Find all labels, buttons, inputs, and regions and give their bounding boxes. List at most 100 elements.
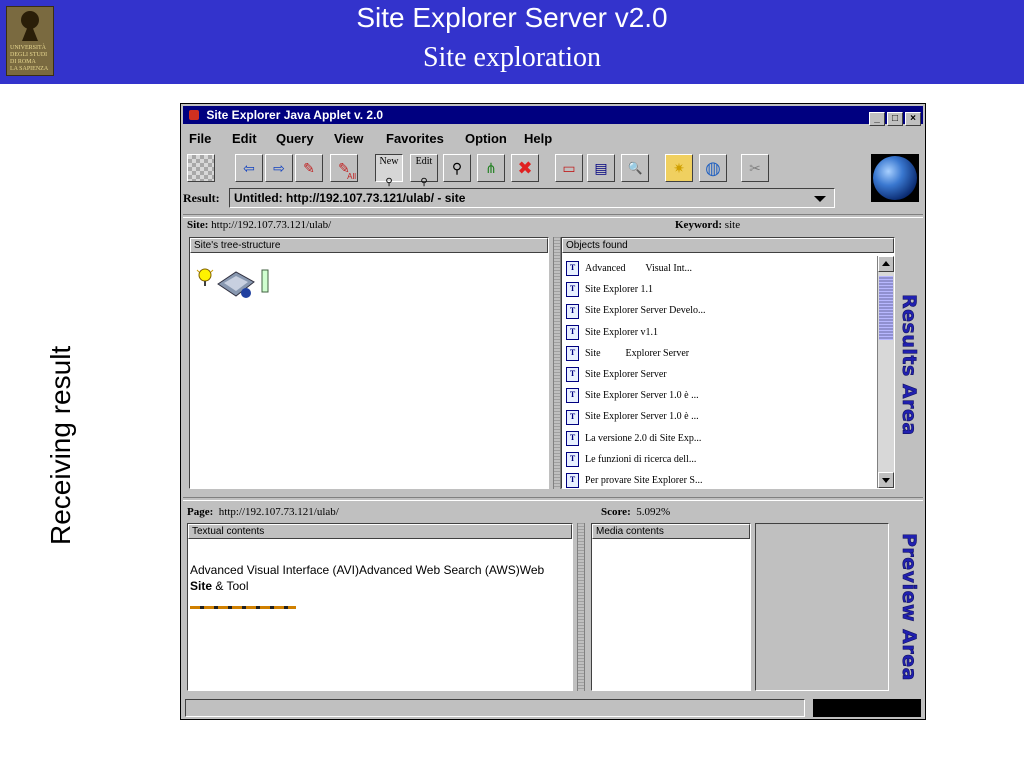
list-item-label: Site Explorer Server [585, 347, 690, 359]
document-icon: T [566, 324, 579, 340]
document-icon: T [566, 430, 579, 446]
menu-favorites[interactable]: Favorites [386, 131, 444, 146]
page-label: Page: [187, 506, 214, 518]
separator [183, 497, 923, 501]
list-item[interactable]: T Site Explorer v1.1 [566, 322, 874, 343]
tree-panel-header: Site's tree-structure [190, 238, 548, 253]
site-node-icon[interactable] [196, 266, 270, 302]
scroll-up-button[interactable] [878, 256, 894, 272]
toolbar: ⇦ ⇨ ✎ ✎ All New ⚲ Edit ⚲ ⚲ ⋔ ✖ ▭ ▤ 🔍 ✷ ◍ ✂ [185, 154, 921, 188]
media-contents-panel: Media contents [591, 523, 751, 691]
eraser-icon[interactable]: ✎ [295, 154, 323, 182]
list-item[interactable]: T Advanced Visual Int... [566, 258, 874, 279]
list-item[interactable]: T Site Explorer Server [566, 343, 874, 364]
result-combobox[interactable]: Untitled: http://192.107.73.121/ulab/ - … [229, 188, 835, 208]
page-bar: Page: http://192.107.73.121/ulab/ [187, 506, 339, 518]
disabled-tool-icon: ✂ [741, 154, 769, 182]
objects-list: T Advanced Visual Int... T Site Explorer 1… [566, 258, 874, 488]
keyword-bar: Keyword: site [675, 219, 740, 231]
list-item-label: Site Explorer Server Develo... [585, 305, 706, 317]
textual-contents-header: Textual contents [188, 524, 572, 539]
site-bar: Site: http://192.107.73.121/ulab/ [187, 219, 331, 231]
preview-area-label: Preview Area [898, 533, 921, 682]
window-layout-icon[interactable]: ▭ [555, 154, 583, 182]
vertical-splitter[interactable] [577, 523, 585, 691]
list-item[interactable]: T Site Explorer Server [566, 364, 874, 385]
result-row: Result: Untitled: http://192.107.73.121/… [183, 188, 923, 210]
separator [183, 214, 923, 218]
magnifier-icon: ⚲ [385, 177, 393, 188]
document-icon: T [566, 451, 579, 467]
side-caption: Receiving result [45, 345, 76, 545]
document-icon: T [566, 409, 579, 425]
scroll-thumb[interactable] [879, 276, 893, 340]
list-item-label: Site Explorer Server 1.0 è ... [585, 390, 699, 402]
list-item[interactable]: T Site Explorer Server 1.0 è ... [566, 385, 874, 406]
java-cup-icon [189, 110, 199, 120]
eraser-all-icon[interactable]: ✎ All [330, 154, 358, 182]
list-item-label: Site Explorer Server [585, 368, 667, 380]
window-title: Site Explorer Java Applet v. 2.0 [206, 108, 384, 122]
objects-scrollbar[interactable] [877, 256, 894, 488]
globe-search-icon[interactable]: ◍ [699, 154, 727, 182]
document-icon: T [566, 282, 579, 298]
new-label: New [379, 156, 399, 167]
media-contents-header: Media contents [592, 524, 750, 539]
keyword-highlight: Site [190, 579, 213, 593]
menu-edit[interactable]: Edit [232, 131, 257, 146]
scroll-down-button[interactable] [878, 472, 894, 488]
list-item-label: Le funzioni di ricerca dell... [585, 453, 697, 465]
maximize-button[interactable]: □ [887, 112, 903, 126]
media-preview-pane [755, 523, 889, 691]
window-controls: _ □ × [867, 108, 921, 126]
menu-query[interactable]: Query [276, 131, 314, 146]
minimize-button[interactable]: _ [869, 112, 885, 126]
list-item-label: Advanced Visual Int... [585, 263, 692, 274]
document-icon: T [566, 261, 579, 277]
forward-arrow-icon[interactable]: ⇨ [265, 154, 293, 182]
favorites-folder-icon[interactable]: ✷ [665, 154, 693, 182]
objects-panel: Objects found T Advanced Visual Int... TS… [561, 237, 895, 489]
menu-help[interactable]: Help [524, 131, 552, 146]
grid-icon[interactable] [187, 154, 215, 182]
document-icon: T [566, 473, 579, 488]
document-icon: T [566, 388, 579, 404]
back-arrow-icon[interactable]: ⇦ [235, 154, 263, 182]
list-item[interactable]: T Le funzioni di ricerca dell... [566, 449, 874, 470]
slide-banner: UNIVERSITÀ DEGLI STUDI DI ROMA LA SAPIENZA … [0, 0, 1024, 84]
list-item-label: Site Explorer v1.1 [585, 326, 659, 338]
results-area-label: Results Area [898, 294, 921, 436]
document-icon: T [566, 345, 579, 361]
list-item[interactable]: T La versione 2.0 di Site Exp... [566, 428, 874, 449]
tree-structure-icon[interactable]: ⋔ [477, 154, 505, 182]
list-item[interactable]: T Site Explorer Server 1.0 è ... [566, 406, 874, 427]
list-item-label: La versione 2.0 di Site Exp... [585, 432, 702, 444]
list-item[interactable]: T Site Explorer 1.1 [566, 279, 874, 300]
result-label: Result: [183, 191, 220, 205]
vertical-splitter[interactable] [553, 237, 561, 489]
stop-icon[interactable]: ✖ [511, 154, 539, 182]
text-segment: Advanced Visual Interface (AVI)Advanced … [190, 563, 545, 577]
menu-file[interactable]: File [189, 131, 211, 146]
menu-view[interactable]: View [334, 131, 363, 146]
chevron-down-icon[interactable] [814, 196, 826, 202]
applet-window: Site Explorer Java Applet v. 2.0 _ □ × Fil… [180, 103, 926, 720]
magnifier-icon: ⚲ [420, 177, 428, 188]
table-view-icon[interactable]: ▤ [587, 154, 615, 182]
score-label: Score: [601, 506, 631, 518]
score-bar: Score: 5.092% [601, 506, 670, 518]
preview-zoom-icon[interactable]: 🔍 [621, 154, 649, 182]
arrow-up-icon [882, 261, 890, 266]
edit-query-button[interactable]: Edit ⚲ [410, 154, 438, 188]
new-query-button[interactable]: New ⚲ [375, 154, 403, 188]
menu-option[interactable]: Option [465, 131, 507, 146]
list-item[interactable]: T Site Explorer Server Develo... [566, 300, 874, 321]
window-titlebar[interactable]: Site Explorer Java Applet v. 2.0 _ □ × [183, 106, 923, 126]
score-value: 5.092% [636, 506, 671, 518]
search-icon[interactable]: ⚲ [443, 154, 471, 182]
list-item[interactable]: T Per provare Site Explorer S... [566, 470, 874, 488]
progress-indicator [813, 699, 921, 717]
close-button[interactable]: × [905, 112, 921, 126]
site-label: Site: [187, 219, 209, 231]
page-value: http://192.107.73.121/ulab/ [218, 506, 339, 518]
